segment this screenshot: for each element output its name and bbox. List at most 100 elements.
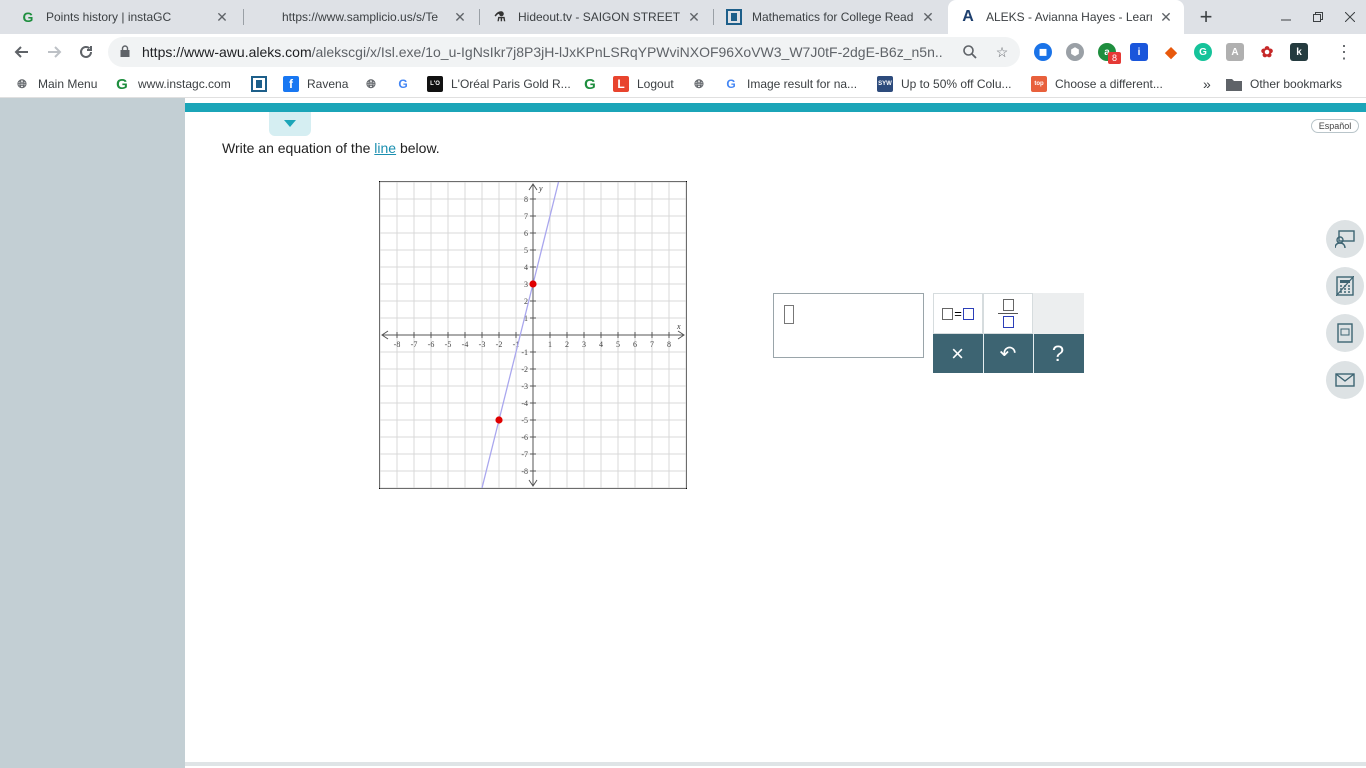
bookmark-star-icon[interactable]: ☆ <box>994 44 1010 60</box>
bookmark-choose[interactable]: top Choose a different... <box>1031 75 1163 93</box>
answer-cursor-slot <box>784 305 794 324</box>
mcgraw-icon <box>726 9 742 25</box>
extension-translate-icon[interactable]: A <box>1226 43 1244 61</box>
x-axis-label: x <box>676 322 681 331</box>
mail-icon <box>1335 373 1355 387</box>
bookmark-columbia[interactable]: SYW Up to 50% off Colu... <box>877 75 1012 93</box>
question-text: Write an equation of the line below. <box>222 140 440 156</box>
clear-button[interactable]: × <box>933 334 982 373</box>
collapse-header-button[interactable] <box>269 112 311 136</box>
box-icon <box>942 307 954 320</box>
contact-instructor-tool[interactable] <box>1326 220 1364 258</box>
bookmark-logout[interactable]: L Logout <box>613 75 674 93</box>
minimize-window-button[interactable] <box>1270 0 1302 34</box>
extension-bookmark-icon[interactable]: ◼ <box>1034 43 1052 61</box>
bookmark-loreal[interactable]: L'O L'Oréal Paris Gold R... <box>427 75 571 93</box>
extension-hex-icon[interactable]: ⬢ <box>1066 43 1084 61</box>
mcgraw-icon <box>251 76 267 92</box>
back-button[interactable] <box>8 38 36 66</box>
address-bar[interactable]: https://www-awu.aleks.com/alekscgi/x/Isl… <box>108 37 1020 67</box>
top-icon: top <box>1031 76 1047 92</box>
keypad-template-row: = <box>933 293 1084 334</box>
tab-hideout[interactable]: ⚗ Hideout.tv - SAIGON STREET FO ✕ <box>480 0 712 34</box>
y-tick-label: -7 <box>521 450 528 459</box>
extension-k-icon[interactable]: k <box>1290 43 1308 61</box>
bookmark-label: Ravena <box>307 77 349 91</box>
tab-aleks[interactable]: A ALEKS - Avianna Hayes - Learn ✕ <box>948 0 1184 34</box>
graph-point <box>495 416 503 424</box>
bookmark-label: Image result for na... <box>747 77 858 91</box>
close-icon[interactable]: ✕ <box>920 9 936 25</box>
bookmark-ravena[interactable]: f Ravena <box>283 75 348 93</box>
new-tab-button[interactable]: + <box>1194 4 1218 29</box>
url-path: /alekscgi/x/Isl.exe/1o_u-IgNsIkr7j8P3jH-… <box>311 44 942 60</box>
url-host: https://www-awu.aleks.com <box>142 44 312 60</box>
browser-menu-icon[interactable]: ⋮ <box>1330 38 1358 66</box>
tab-mathematics[interactable]: Mathematics for College Readin ✕ <box>714 0 946 34</box>
fraction-template-button[interactable] <box>983 293 1033 334</box>
extension-flower-icon[interactable]: ✿ <box>1258 43 1276 61</box>
zoom-icon[interactable] <box>962 44 978 60</box>
bookmark-globe-2[interactable]: 🌐︎ <box>691 75 715 93</box>
globe-icon: 🌐︎ <box>17 76 27 91</box>
language-toggle-button[interactable]: Español <box>1311 119 1359 133</box>
extension-badge: 8 <box>1108 52 1121 64</box>
globe-icon: 🌐︎ <box>366 76 376 91</box>
bookmark-main-menu[interactable]: 🌐︎ Main Menu <box>14 75 97 93</box>
tab-samplicio[interactable]: https://www.samplicio.us/s/Te ✕ <box>244 0 478 34</box>
bookmark-google[interactable]: G <box>395 75 419 93</box>
denominator-box-icon <box>1002 316 1014 328</box>
question-prefix: Write an equation of the <box>222 140 375 156</box>
blank-page-icon <box>256 9 272 25</box>
close-window-button[interactable] <box>1334 0 1366 34</box>
ebook-tool[interactable] <box>1326 314 1364 352</box>
bookmark-label: Main Menu <box>38 77 98 91</box>
instagc-g-icon: G <box>584 75 596 93</box>
close-icon[interactable]: ✕ <box>1158 9 1174 25</box>
syw-icon: SYW <box>877 76 893 92</box>
restore-window-button[interactable] <box>1302 0 1334 34</box>
bookmark-label: Other bookmarks <box>1250 77 1343 91</box>
instagc-g-icon: G <box>116 75 128 93</box>
bookmark-image-result[interactable]: G Image result for na... <box>723 75 857 93</box>
extension-info-icon[interactable]: i <box>1130 43 1148 61</box>
messages-tool[interactable] <box>1326 361 1364 399</box>
answer-input[interactable] <box>773 293 924 358</box>
folder-icon <box>1226 76 1242 92</box>
definition-link-line[interactable]: line <box>374 140 396 156</box>
calculator-tool[interactable] <box>1326 267 1364 305</box>
bookmark-instagc[interactable]: G www.instagc.com <box>114 75 231 93</box>
bookmarks-overflow-button[interactable]: » <box>1203 75 1211 93</box>
bookmark-globe[interactable]: 🌐︎ <box>363 75 387 93</box>
undo-button[interactable]: ↶ <box>983 334 1032 373</box>
x-tick-label: -7 <box>411 340 418 349</box>
y-tick-label: 8 <box>524 195 528 204</box>
question-suffix: below. <box>396 140 440 156</box>
graph-point <box>529 280 537 288</box>
close-icon[interactable]: ✕ <box>452 9 468 25</box>
reload-button[interactable] <box>72 38 100 66</box>
bookmark-instagc-2[interactable]: G <box>582 75 606 93</box>
bookmark-mcgraw[interactable] <box>251 75 275 93</box>
close-icon[interactable]: ✕ <box>686 9 702 25</box>
y-tick-label: -4 <box>521 399 528 408</box>
help-button[interactable]: ? <box>1033 334 1082 373</box>
y-axis-label: y <box>538 184 543 193</box>
google-icon: G <box>398 77 408 91</box>
extension-grammarly-icon[interactable]: G <box>1194 43 1212 61</box>
extension-diamond-icon[interactable]: ◆ <box>1162 43 1180 61</box>
equation-template-button[interactable]: = <box>933 293 983 334</box>
bookmark-label: Logout <box>637 77 674 91</box>
fraction-bar-icon <box>998 313 1018 314</box>
url-text: https://www-awu.aleks.com/alekscgi/x/Isl… <box>142 44 942 60</box>
y-tick-label: -8 <box>521 467 528 476</box>
other-bookmarks[interactable]: Other bookmarks <box>1226 75 1342 93</box>
y-tick-label: -2 <box>521 365 528 374</box>
browser-toolbar: https://www-awu.aleks.com/alekscgi/x/Isl… <box>0 34 1366 70</box>
page-bottom-rule <box>185 762 1366 766</box>
close-icon[interactable]: ✕ <box>214 9 230 25</box>
tab-instagc[interactable]: G Points history | instaGC ✕ <box>8 0 240 34</box>
math-keypad: = × ↶ ? <box>933 293 1084 373</box>
left-sidebar <box>0 98 185 768</box>
forward-button[interactable] <box>40 38 68 66</box>
